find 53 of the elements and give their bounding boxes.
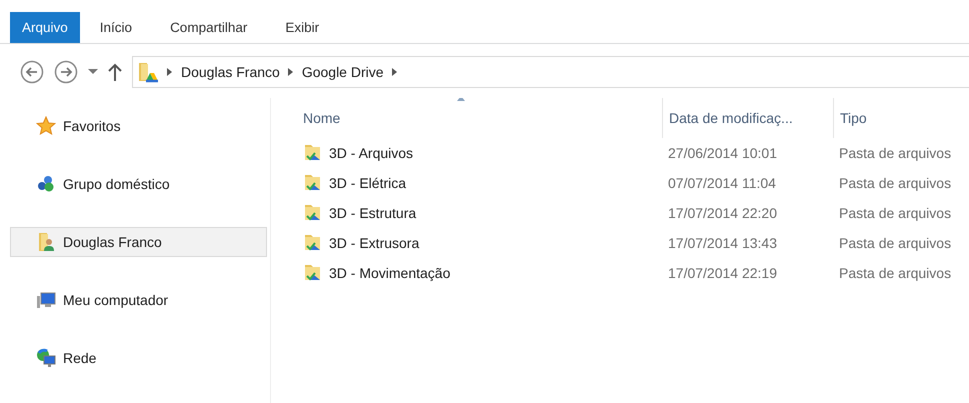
ribbon-tab[interactable]: Exibir [273,12,332,43]
table-cell-text: Pasta de arquivos [838,175,952,191]
table-cell-text: 27/06/2014 10:01 [667,145,778,161]
address-bar[interactable]: Douglas Franco Google Drive [132,56,969,88]
computer-icon [36,290,56,310]
sidebar-item[interactable]: Douglas Franco [10,227,267,257]
dropdown-button[interactable] [88,69,98,75]
ribbon-tab[interactable]: Arquivo [10,12,80,43]
shared-folder-icon [303,203,323,223]
homegroup-icon [36,174,56,194]
chevron-right-icon [167,68,173,76]
back-button[interactable] [20,60,44,84]
folder-name[interactable]: 3D - Estrutura [329,205,416,221]
ribbon-tab[interactable]: Compartilhar [158,12,260,43]
sidebar-label: Grupo doméstico [63,176,170,192]
table-cell-text: Pasta de arquivos [838,235,952,251]
sidebar-item[interactable]: Grupo doméstico [10,169,267,199]
table-cell-text: 17/07/2014 22:20 [667,205,778,221]
breadcrumb-item[interactable]: Douglas Franco [181,64,280,80]
table-cell-text: 17/07/2014 13:43 [667,235,778,251]
sidebar-item[interactable]: Rede [10,343,267,373]
table-cell-text: Pasta de arquivos [838,265,952,281]
folder-name[interactable]: 3D - Elétrica [329,175,406,191]
star-icon [36,116,56,136]
sidebar-label: Favoritos [63,118,121,134]
table-cell-text: Pasta de arquivos [838,145,952,161]
folder-name[interactable]: 3D - Extrusora [329,235,420,251]
folder-name[interactable]: 3D - Movimentação [329,265,450,281]
column-header[interactable]: Tipo [833,98,969,138]
table-cell-text: 07/07/2014 11:04 [667,175,777,191]
table-cell-text: Pasta de arquivos [838,205,952,221]
ribbon-tab[interactable]: Início [88,12,144,43]
up-button[interactable] [108,63,122,81]
chevron-right-icon [288,68,294,76]
chevron-right-icon [392,68,398,76]
drive-folder-icon [137,61,159,83]
sidebar-label: Meu computador [63,292,168,308]
column-header[interactable]: Nome [297,98,662,138]
shared-folder-icon [303,143,323,163]
sidebar-item[interactable]: Meu computador [10,285,267,315]
table-cell-text: 17/07/2014 22:19 [667,265,778,281]
sidebar-label: Rede [63,350,96,366]
folder-name[interactable]: 3D - Arquivos [329,145,414,161]
network-icon [36,348,56,368]
sidebar-item[interactable]: Favoritos [10,111,267,141]
shared-folder-icon [303,233,323,253]
shared-folder-icon [303,263,323,283]
breadcrumb-item[interactable]: Google Drive [302,64,384,80]
column-header[interactable]: Data de modificaç... [662,98,833,138]
user-folder-icon [36,232,56,252]
sidebar-label: Douglas Franco [63,234,162,250]
forward-button[interactable] [54,60,78,84]
shared-folder-icon [303,173,323,193]
